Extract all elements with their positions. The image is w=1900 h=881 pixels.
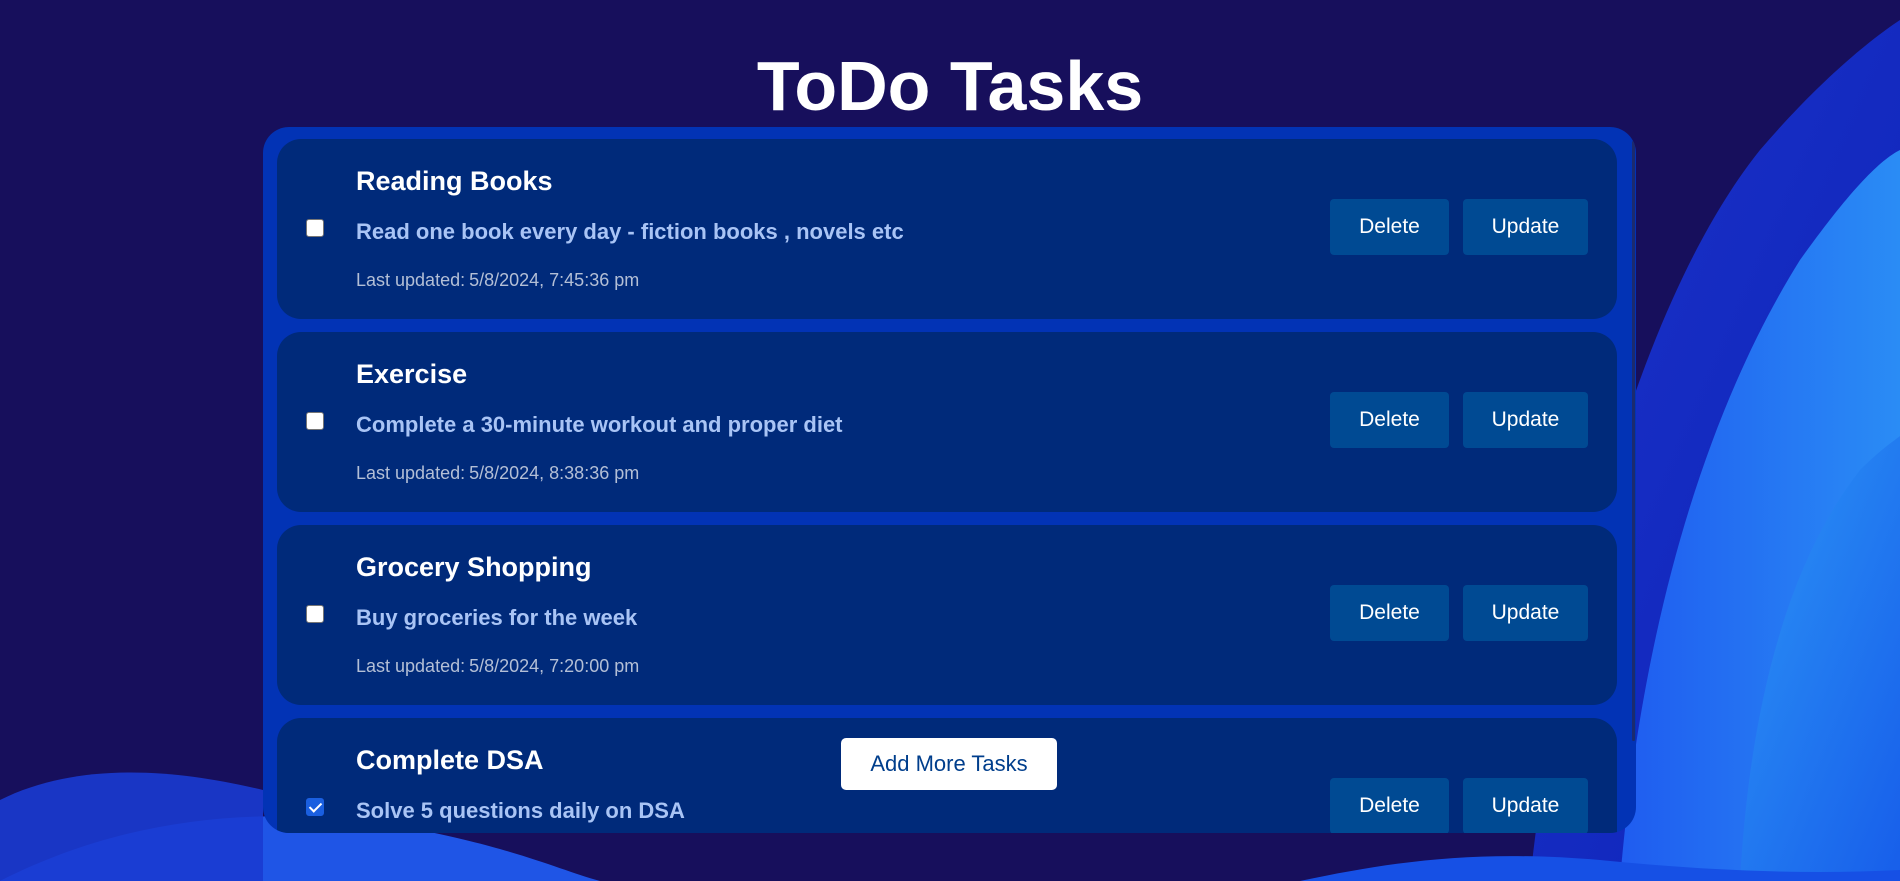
last-updated-value: 5/8/2024, 8:38:36 pm <box>469 463 640 483</box>
task-list[interactable]: Reading Books Read one book every day - … <box>263 127 1636 833</box>
task-description: Read one book every day - fiction books … <box>356 219 904 244</box>
update-button[interactable]: Update <box>1463 778 1588 833</box>
update-button[interactable]: Update <box>1463 585 1588 641</box>
task-title: Grocery Shopping <box>356 552 592 582</box>
last-updated-label: Last updated: <box>356 656 466 676</box>
task-title: Exercise <box>356 359 468 389</box>
task-card: Grocery Shopping Buy groceries for the w… <box>277 525 1617 705</box>
task-title: Reading Books <box>356 166 553 196</box>
task-last-updated: Last updated: 5/8/2024, 7:45:36 pm <box>356 269 639 291</box>
last-updated-value: 5/8/2024, 7:20:00 pm <box>469 656 640 676</box>
task-description: Buy groceries for the week <box>356 605 638 630</box>
task-list-panel: Reading Books Read one book every day - … <box>263 127 1636 833</box>
last-updated-value: 5/8/2024, 7:45:36 pm <box>469 270 640 290</box>
task-last-updated: Last updated: 5/8/2024, 8:38:36 pm <box>356 462 639 484</box>
delete-button[interactable]: Delete <box>1330 778 1449 833</box>
delete-button[interactable]: Delete <box>1330 392 1449 448</box>
task-complete-checkbox[interactable] <box>306 605 324 623</box>
add-more-tasks-button[interactable]: Add More Tasks <box>841 738 1057 790</box>
task-last-updated: Last updated: 5/8/2024, 7:20:00 pm <box>356 655 639 677</box>
last-updated-label: Last updated: <box>356 463 466 483</box>
update-button[interactable]: Update <box>1463 199 1588 255</box>
task-card: Exercise Complete a 30-minute workout an… <box>277 332 1617 512</box>
task-complete-checkbox[interactable] <box>306 219 324 237</box>
task-description: Complete a 30-minute workout and proper … <box>356 412 843 437</box>
task-complete-checkbox[interactable] <box>306 798 324 816</box>
page-title: ToDo Tasks <box>756 47 1144 125</box>
delete-button[interactable]: Delete <box>1330 585 1449 641</box>
update-button[interactable]: Update <box>1463 392 1588 448</box>
last-updated-label: Last updated: <box>356 270 466 290</box>
task-description: Solve 5 questions daily on DSA <box>356 798 685 823</box>
task-title: Complete DSA <box>356 745 544 775</box>
scrollbar-thumb[interactable] <box>1632 141 1635 741</box>
task-card: Reading Books Read one book every day - … <box>277 139 1617 319</box>
task-complete-checkbox[interactable] <box>306 412 324 430</box>
delete-button[interactable]: Delete <box>1330 199 1449 255</box>
